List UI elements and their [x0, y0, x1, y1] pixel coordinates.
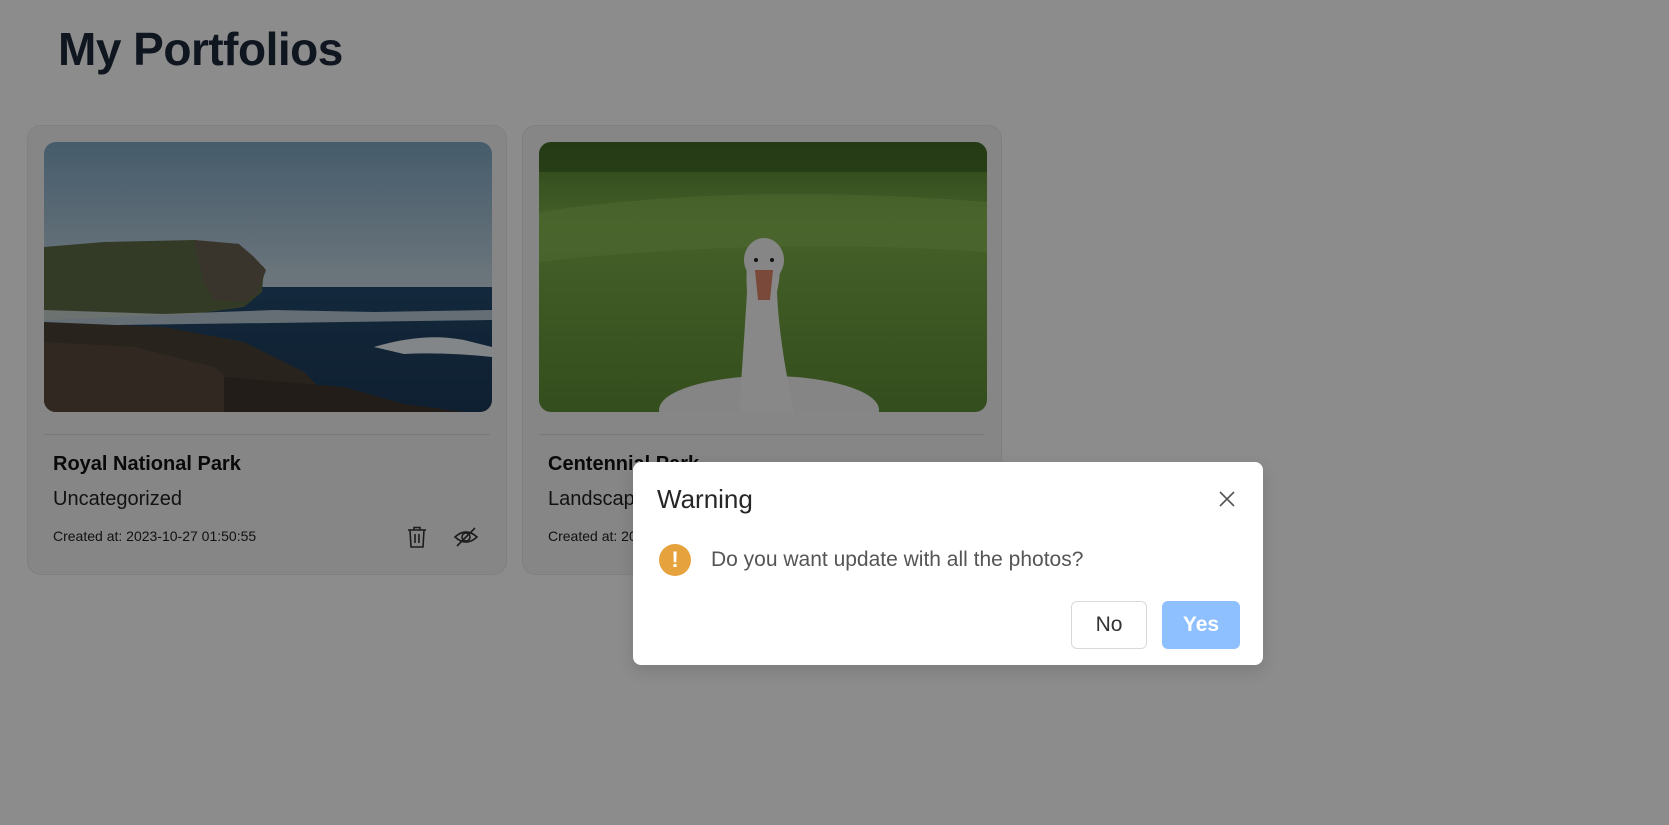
yes-button[interactable]: Yes: [1162, 601, 1240, 649]
close-icon: [1219, 491, 1235, 507]
exclamation-circle-icon: !: [659, 544, 691, 576]
dialog-title: Warning: [657, 484, 753, 514]
portfolio-page: My Portfolios Royal National Park Uncate…: [0, 0, 1669, 825]
modal-overlay[interactable]: [0, 0, 1669, 825]
no-button[interactable]: No: [1071, 601, 1147, 649]
warning-dialog: Warning ! Do you want update with all th…: [633, 462, 1263, 665]
close-button[interactable]: [1215, 487, 1239, 511]
dialog-message: Do you want update with all the photos?: [711, 548, 1084, 571]
